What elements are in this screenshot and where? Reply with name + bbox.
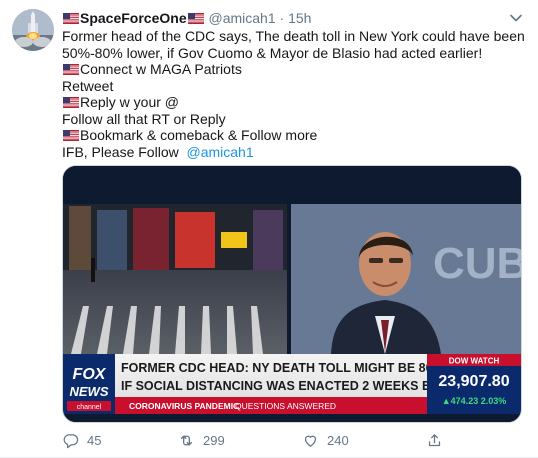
us-flag-icon (63, 64, 79, 75)
network-logo-bottom: NEWS (70, 384, 109, 399)
rocket-launch-image (12, 9, 54, 51)
retweet-button[interactable]: 299 (178, 430, 225, 450)
retweet-icon (180, 435, 193, 445)
tweet-line: Follow all that RT or Reply (62, 110, 226, 127)
avatar[interactable] (12, 9, 54, 51)
separator: · (279, 10, 285, 26)
tweet-line: Bookmark & comeback & Follow more (62, 127, 522, 144)
ticker-topic: CORONAVIRUS PANDEMIC (129, 401, 239, 411)
us-flag-icon (63, 13, 79, 24)
tweet-line-text: Reply w your @ (80, 94, 180, 110)
heart-icon (304, 435, 317, 447)
retweet-count: 299 (203, 432, 225, 448)
user-handle[interactable]: @amicah1 (209, 10, 276, 26)
video-media[interactable]: CUB FOX NEWS channel FORMER CDC HEAD: NY… (62, 165, 522, 423)
like-button[interactable]: 240 (302, 430, 349, 450)
share-icon (428, 433, 441, 446)
tweet-line-text: Connect w MAGA Patriots (80, 61, 242, 77)
tweet-line: IFB, Please Follow @amicah1 (62, 144, 522, 161)
reply-icon (63, 433, 79, 448)
tweet-line: 50%-80% lower, if Gov Cuomo & Mayor de B… (62, 44, 483, 61)
tweet-line: Former head of the CDC says, The death t… (62, 28, 525, 44)
headline-line-2: IF SOCIAL DISTANCING WAS ENACTED 2 WEEKS… (121, 379, 477, 393)
backdrop-text: CUB (433, 239, 521, 288)
network-logo-sub: channel (77, 404, 102, 411)
reply-count: 45 (87, 432, 102, 448)
us-flag-icon (63, 97, 79, 108)
tweet[interactable]: SpaceForceOne @amicah1 · 15h Former head… (0, 0, 538, 458)
ticker-subtopic: QUESTIONS ANSWERED (235, 401, 336, 411)
tweet-text: Former head of the CDC says, The death t… (62, 28, 525, 161)
network-logo-top: FOX (73, 366, 107, 383)
us-flag-icon (187, 13, 204, 24)
market-label: DOW WATCH (449, 357, 500, 366)
share-button[interactable] (426, 430, 451, 450)
chevron-down-icon[interactable] (508, 10, 524, 26)
market-change: ▲474.23 2.03% (442, 396, 506, 406)
video-frame: CUB FOX NEWS channel FORMER CDC HEAD: NY… (63, 166, 521, 422)
market-value: 23,907.80 (438, 373, 509, 390)
like-count: 240 (327, 432, 349, 448)
tweet-line-text: Bookmark & comeback & Follow more (80, 127, 318, 143)
tweet-line-text: IFB, Please Follow (62, 143, 179, 160)
mention-link[interactable]: @amicah1 (187, 144, 254, 160)
us-flag-icon (63, 130, 79, 141)
tweet-line: Connect w MAGA Patriots (62, 61, 522, 78)
tweet-line: Retweet (62, 77, 114, 94)
tweet-actions: 45 299 240 (62, 430, 462, 450)
tweet-header: SpaceForceOne @amicah1 · 15h (62, 9, 311, 27)
tweet-line: Reply w your @ (62, 94, 522, 111)
display-name[interactable]: SpaceForceOne (80, 10, 187, 26)
timestamp[interactable]: 15h (288, 10, 311, 26)
reply-button[interactable]: 45 (62, 430, 101, 450)
